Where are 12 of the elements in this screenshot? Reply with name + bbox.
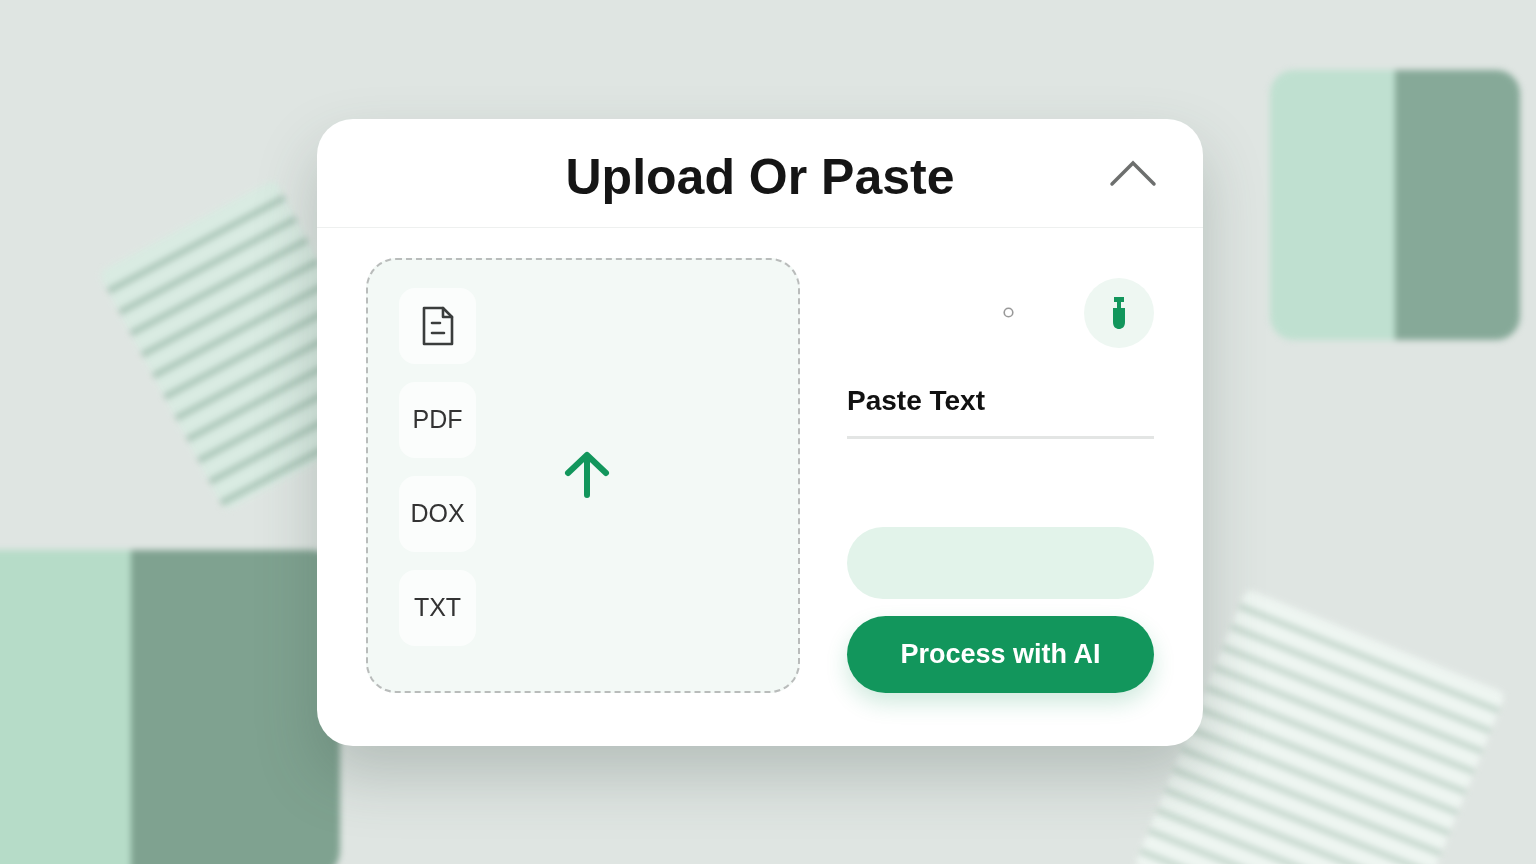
circle-icon bbox=[1003, 307, 1014, 318]
dialog-title: Upload Or Paste bbox=[565, 147, 955, 207]
file-type-chip[interactable]: TXT bbox=[399, 569, 476, 646]
upload-arrow-icon bbox=[564, 451, 610, 499]
process-button[interactable]: Process with AI bbox=[847, 615, 1154, 693]
file-type-chip[interactable]: DOX bbox=[399, 475, 476, 552]
paste-text-label: Paste Text bbox=[847, 379, 1154, 439]
pin-icon bbox=[1111, 295, 1127, 330]
document-icon bbox=[420, 305, 455, 346]
file-type-chip[interactable] bbox=[399, 287, 476, 364]
file-type-chip[interactable]: PDF bbox=[399, 381, 476, 458]
drop-zone[interactable]: PDF DOX TXT bbox=[366, 257, 800, 693]
